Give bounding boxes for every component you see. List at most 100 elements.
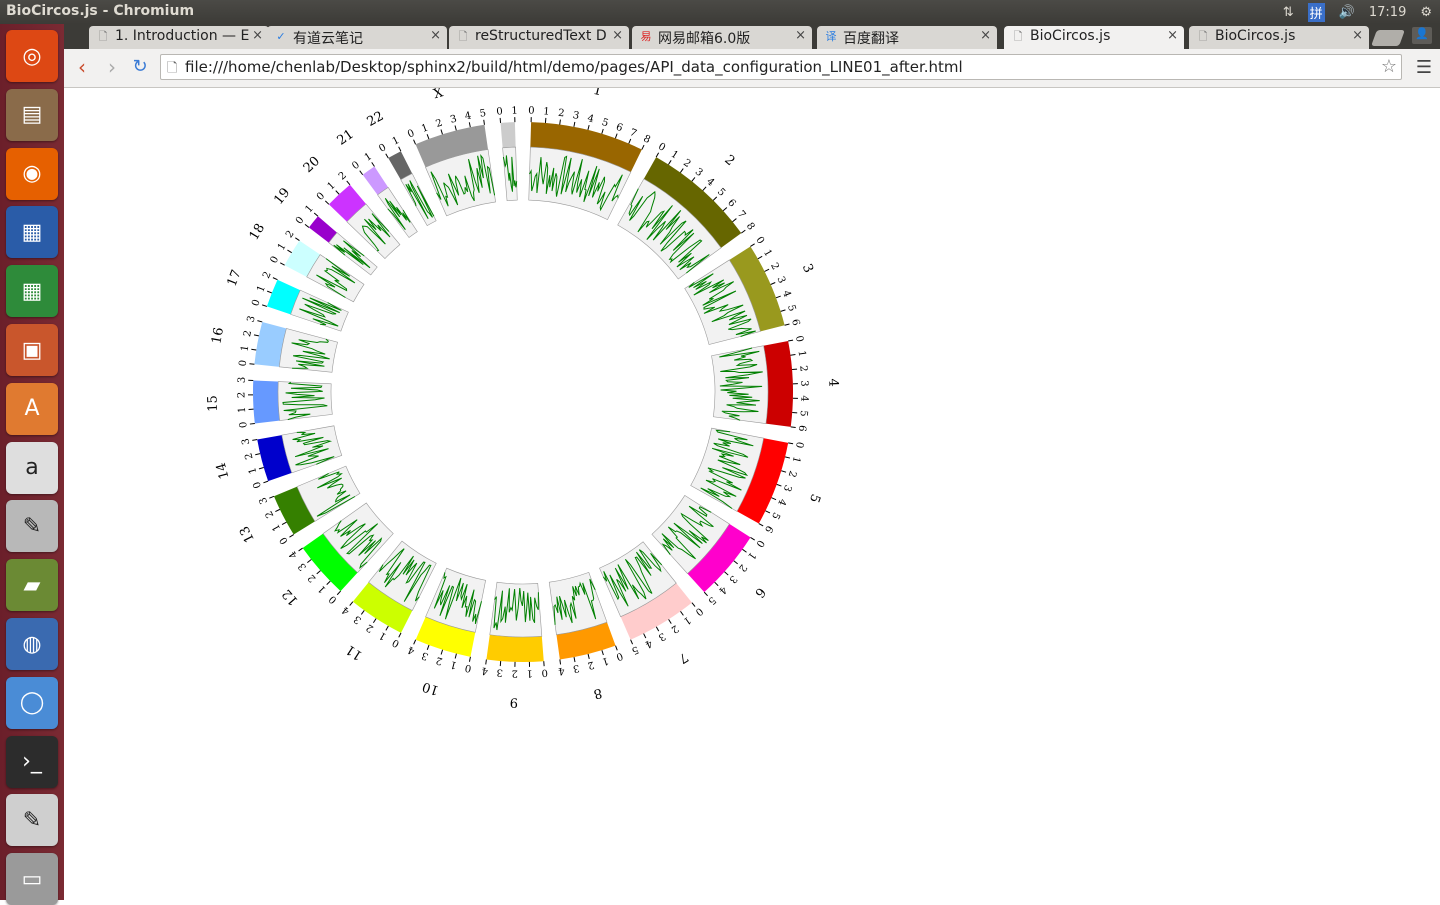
input-method-indicator[interactable]: 拼 — [1308, 3, 1325, 22]
clock[interactable]: 17:19 — [1369, 5, 1406, 20]
close-tab-icon[interactable]: × — [1167, 28, 1178, 43]
close-tab-icon[interactable]: × — [980, 28, 991, 43]
tick-mark — [602, 129, 603, 134]
tick-label: 3 — [352, 613, 364, 626]
tick-label: 6 — [762, 523, 775, 534]
close-tab-icon[interactable]: × — [612, 28, 623, 43]
tab-5[interactable]: 🗋BioCircos.js× — [1004, 26, 1184, 49]
tick-mark — [750, 244, 754, 247]
close-tab-icon[interactable]: × — [795, 28, 806, 43]
system-tray: ⇅ 拼 🔊 17:19 ⚙ — [1283, 3, 1432, 22]
calc-icon[interactable]: ▦ — [6, 265, 58, 317]
tick-label: 0 — [250, 298, 262, 308]
volume-icon[interactable]: 🔊 — [1339, 5, 1355, 20]
tick-mark — [317, 571, 321, 574]
scanner-icon[interactable]: ▭ — [6, 853, 58, 905]
address-bar[interactable]: 🗋 file:///home/chenlab/Desktop/sphinx2/b… — [160, 54, 1402, 80]
close-tab-icon[interactable]: × — [1352, 28, 1363, 43]
youdao-note-icon: ✓ — [275, 30, 287, 44]
tick-mark — [252, 440, 257, 441]
tab-2[interactable]: 🗋reStructuredText D× — [449, 26, 629, 49]
tick-label: 1 — [449, 658, 458, 670]
tick-label: 1 — [391, 135, 402, 148]
tick-mark — [742, 549, 746, 552]
tick-mark — [781, 310, 786, 311]
tick-mark — [414, 140, 416, 145]
tick-label: 4 — [586, 113, 595, 125]
tab-label: 1. Introduction — E — [115, 28, 249, 44]
close-tab-icon[interactable]: × — [430, 28, 441, 43]
network-globe-icon[interactable]: ◍ — [6, 618, 58, 670]
reload-icon[interactable]: ↻ — [128, 55, 152, 79]
chromosome-label-Y: Y — [500, 88, 511, 90]
tick-mark — [455, 654, 456, 659]
profile-icon[interactable]: 👤 — [1412, 27, 1432, 44]
chromium-icon[interactable]: ◯ — [6, 677, 58, 729]
tick-mark — [336, 191, 339, 195]
chromosome-label-10: 10 — [421, 678, 441, 697]
tick-label: 8 — [744, 221, 757, 233]
chromosome-label-14: 14 — [214, 461, 233, 481]
tick-mark — [680, 611, 683, 615]
tab-0[interactable]: 🗋1. Introduction — E× — [89, 26, 269, 49]
tick-mark — [616, 646, 618, 651]
tick-label: 0 — [238, 421, 250, 429]
ubuntu-dash-icon[interactable]: ◎ — [6, 30, 58, 82]
tab-4[interactable]: 译百度翻译× — [817, 26, 997, 49]
bookmark-star-icon[interactable]: ☆ — [1381, 56, 1397, 77]
line-track-background — [279, 328, 337, 372]
tick-label: 1 — [543, 106, 550, 117]
files-icon[interactable]: ▤ — [6, 89, 58, 141]
close-tab-icon[interactable]: × — [252, 28, 263, 43]
settings-gear-icon[interactable]: ⚙ — [1420, 5, 1432, 20]
tick-mark — [733, 219, 737, 222]
terminal-icon[interactable]: ›_ — [6, 736, 58, 788]
tick-label: 8 — [641, 133, 652, 146]
book-icon[interactable]: ▰ — [6, 559, 58, 611]
back-arrow-icon[interactable]: ‹ — [70, 55, 94, 79]
writer-icon[interactable]: ▦ — [6, 206, 58, 258]
tick-label: 6 — [789, 318, 801, 327]
tab-3[interactable]: 易网易邮箱6.0版× — [632, 26, 812, 49]
tick-label: 1 — [247, 466, 259, 475]
tick-label: 0 — [753, 538, 766, 549]
chromosome-label-16: 16 — [209, 326, 227, 345]
tick-label: 5 — [785, 303, 797, 312]
tab-6[interactable]: 🗋BioCircos.js× — [1189, 26, 1369, 49]
tick-label: 0 — [464, 662, 472, 674]
impress-icon[interactable]: ▣ — [6, 324, 58, 376]
text-editor-icon[interactable]: ✎ — [6, 794, 58, 846]
software-center-icon[interactable]: A — [6, 383, 58, 435]
tick-label: 1 — [795, 350, 807, 358]
tick-label: 5 — [769, 510, 782, 521]
firefox-icon[interactable]: ◉ — [6, 148, 58, 200]
tick-mark — [680, 169, 683, 173]
forward-arrow-icon[interactable]: › — [100, 55, 124, 79]
tick-mark — [399, 147, 401, 151]
tick-mark — [360, 171, 363, 175]
tick-label: 3 — [774, 275, 787, 285]
tick-label: 3 — [296, 560, 309, 572]
tick-label: 1 — [255, 284, 268, 294]
tick-label: 1 — [270, 522, 283, 533]
new-tab-button[interactable] — [1371, 30, 1405, 46]
tick-label: 6 — [796, 424, 808, 432]
tick-mark — [790, 355, 795, 356]
tick-label: 2 — [797, 365, 808, 372]
url-text[interactable]: file:///home/chenlab/Desktop/sphinx2/bui… — [185, 58, 963, 76]
tick-mark — [273, 278, 278, 280]
chromosome-label-1: 1 — [592, 88, 604, 99]
tick-label: 1 — [377, 629, 388, 642]
tick-label: 4 — [287, 549, 300, 561]
network-arrows-icon[interactable]: ⇅ — [1283, 5, 1294, 20]
chromosome-label-18: 18 — [247, 221, 268, 243]
tick-label: 0 — [793, 441, 805, 449]
amazon-icon[interactable]: a — [6, 442, 58, 494]
tick-label: 0 — [753, 235, 766, 246]
tick-mark — [486, 660, 487, 665]
tick-label: 0 — [496, 106, 503, 117]
tab-1[interactable]: ✓有道云笔记× — [267, 26, 447, 49]
tick-mark — [455, 126, 456, 131]
menu-icon[interactable]: ☰ — [1416, 57, 1432, 78]
system-settings-icon[interactable]: ✎ — [6, 500, 58, 552]
